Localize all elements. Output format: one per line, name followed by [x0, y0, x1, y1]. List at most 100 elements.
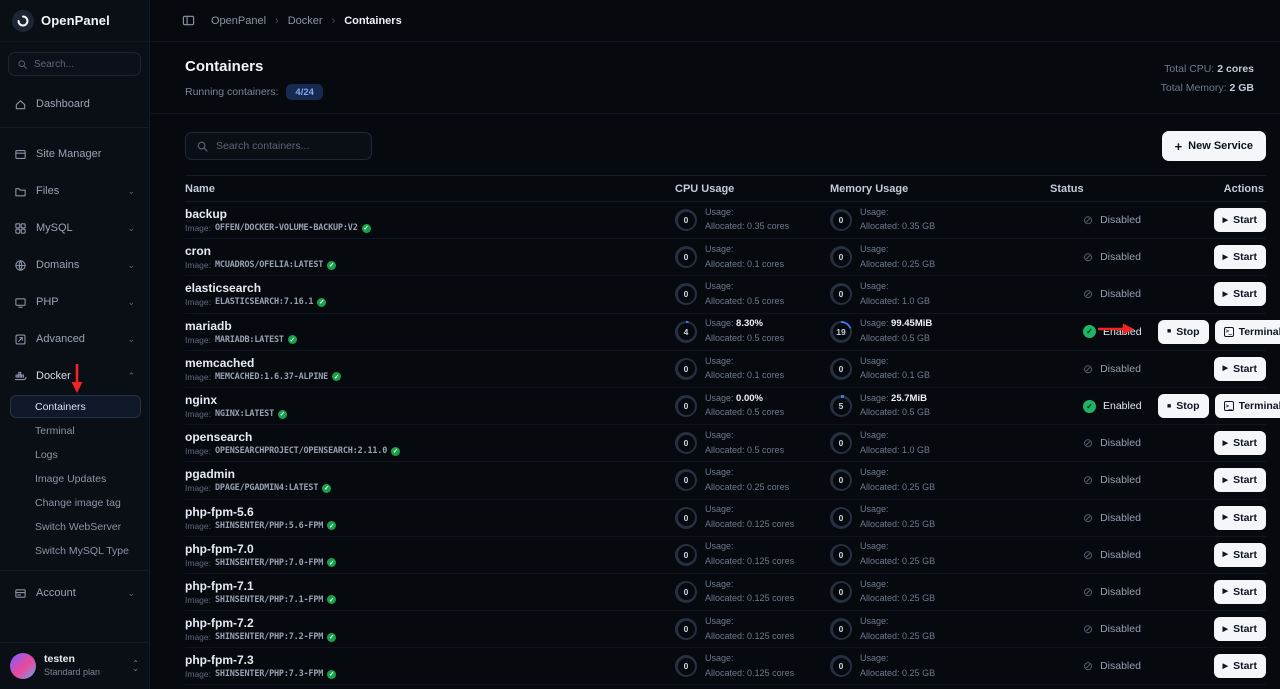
status-label: Disabled	[1100, 362, 1141, 375]
start-button[interactable]: ▶ Start	[1213, 505, 1266, 530]
total-cpu-label: Total CPU:	[1164, 63, 1215, 75]
cpu-usage-text: Usage: Allocated: 0.5 cores	[705, 280, 784, 309]
sidebar-item-account[interactable]: Account ⌄	[8, 579, 141, 607]
start-button[interactable]: ▶ Start	[1213, 431, 1266, 456]
breadcrumb-item[interactable]: Docker	[288, 15, 323, 27]
sidebar-toggle-icon[interactable]	[182, 14, 195, 27]
cpu-gauge-value: 0	[677, 211, 695, 229]
start-button[interactable]: ▶ Start	[1213, 654, 1266, 679]
logo[interactable]: OpenPanel	[0, 0, 149, 42]
cpu-gauge-value: 0	[677, 360, 695, 378]
sidebar-item-domains[interactable]: Domains ⌄	[8, 251, 141, 279]
table-row: mariadb Image: MARIADB:LATEST ✓ 4 Usage:…	[185, 314, 1280, 351]
sidebar-subitem-switch-webserver[interactable]: Switch WebServer	[10, 515, 141, 538]
sidebar-item-files[interactable]: Files ⌄	[8, 177, 141, 205]
terminal-icon: >_	[1223, 401, 1234, 412]
usage-label: Usage:	[705, 281, 734, 292]
image-value: SHINSENTER/PHP:5.6-FPM	[215, 520, 324, 531]
sidebar-subitem-containers[interactable]: Containers	[10, 395, 141, 418]
cpu-allocated-value: 0.25 cores	[747, 481, 790, 492]
sidebar-item-advanced[interactable]: Advanced ⌄	[8, 325, 141, 353]
stop-button[interactable]: ■ Stop	[1158, 319, 1209, 344]
sidebar-item-site-manager[interactable]: Site Manager	[8, 140, 141, 168]
container-name: php-fpm-7.2	[185, 616, 254, 631]
start-button[interactable]: ▶ Start	[1213, 208, 1266, 233]
cpu-usage-text: Usage: Allocated: 0.35 cores	[705, 206, 789, 235]
container-image: Image: MEMCACHED:1.6.37-ALPINE ✓	[185, 372, 675, 382]
advanced-icon	[14, 333, 27, 346]
sidebar-subitem-label: Change image tag	[35, 496, 121, 509]
sidebar-subitem-terminal[interactable]: Terminal	[10, 419, 141, 442]
memory-allocated-value: 0.1 GB	[902, 370, 931, 381]
sidebar-search[interactable]	[8, 52, 141, 76]
memory-usage-text: Usage: Allocated: 0.25 GB	[860, 578, 935, 607]
cpu-usage-text: Usage: 8.30% Allocated: 0.5 cores	[705, 317, 784, 346]
cpu-allocated-value: 0.125 cores	[747, 593, 795, 604]
sidebar-item-mysql[interactable]: MySQL ⌄	[8, 214, 141, 242]
actions-cell: ■ Stop >_ Terminal	[1158, 394, 1280, 419]
sidebar-subitem-image-updates[interactable]: Image Updates	[10, 467, 141, 490]
new-service-button[interactable]: + New Service	[1161, 131, 1266, 161]
image-verified-icon: ✓	[317, 297, 327, 307]
allocated-label: Allocated:	[705, 518, 745, 529]
sidebar-item-php[interactable]: PHP ⌄	[8, 288, 141, 316]
cpu-usage-cell: 0 Usage: Allocated: 0.125 cores	[675, 540, 830, 569]
status-label: Disabled	[1100, 548, 1141, 561]
allocated-label: Allocated:	[860, 481, 900, 492]
start-button[interactable]: ▶ Start	[1213, 282, 1266, 307]
user-name: testen	[44, 653, 75, 666]
terminal-button[interactable]: >_ Terminal	[1214, 319, 1280, 344]
cpu-gauge: 0	[675, 469, 697, 492]
memory-allocated-value: 0.35 GB	[902, 221, 936, 232]
sidebar-subitem-change-image-tag[interactable]: Change image tag	[10, 491, 141, 514]
start-button[interactable]: ▶ Start	[1213, 579, 1266, 604]
user-menu[interactable]: testen Standard plan ⌃ ⌄	[0, 642, 149, 689]
sidebar-item-docker[interactable]: Docker ⌃	[8, 362, 141, 390]
sidebar-search-input[interactable]	[34, 58, 132, 70]
memory-usage-text: Usage: Allocated: 0.25 GB	[860, 503, 935, 532]
stop-icon: ■	[1167, 328, 1172, 336]
usage-label: Usage:	[860, 318, 889, 329]
breadcrumb: OpenPanel › Docker › Containers	[211, 15, 402, 27]
allocated-label: Allocated:	[705, 221, 745, 232]
containers-search[interactable]	[185, 132, 372, 160]
memory-allocated-value: 0.25 GB	[902, 556, 936, 567]
containers-search-input[interactable]	[216, 140, 361, 152]
actions-cell: ▶ Start	[1158, 282, 1266, 307]
image-label: Image:	[185, 632, 211, 643]
breadcrumb-item[interactable]: OpenPanel	[211, 15, 266, 27]
cpu-gauge-value: 0	[677, 546, 695, 564]
breadcrumb-item-current[interactable]: Containers	[344, 15, 401, 27]
action-button-label: Start	[1233, 437, 1257, 450]
sidebar-subitem-label: Terminal	[35, 424, 75, 437]
start-button[interactable]: ▶ Start	[1213, 468, 1266, 493]
usage-label: Usage:	[705, 578, 734, 589]
memory-usage-text: Usage: Allocated: 1.0 GB	[860, 280, 930, 309]
sidebar-item-dashboard[interactable]: Dashboard	[8, 90, 141, 118]
terminal-icon: >_	[1223, 326, 1234, 337]
terminal-button[interactable]: >_ Terminal	[1214, 394, 1280, 419]
container-name: nginx	[185, 393, 217, 408]
container-name: pgadmin	[185, 467, 235, 482]
name-cell: opensearch Image: OPENSEARCHPROJECT/OPEN…	[185, 430, 675, 456]
cpu-usage-cell: 0 Usage: Allocated: 0.1 cores	[675, 243, 830, 272]
disabled-icon: ⊘	[1083, 436, 1094, 451]
container-image: Image: DPAGE/PGADMIN4:LATEST ✓	[185, 483, 675, 493]
start-button[interactable]: ▶ Start	[1213, 617, 1266, 642]
start-button[interactable]: ▶ Start	[1213, 245, 1266, 270]
start-button[interactable]: ▶ Start	[1213, 356, 1266, 381]
cpu-allocated-value: 0.125 cores	[747, 667, 795, 678]
start-button[interactable]: ▶ Start	[1213, 542, 1266, 567]
memory-allocated-value: 0.25 GB	[902, 481, 936, 492]
sidebar-item-label: Docker	[36, 370, 71, 382]
column-header-name: Name	[185, 182, 215, 195]
table-row: pgadmin Image: DPAGE/PGADMIN4:LATEST ✓ 0…	[185, 462, 1266, 500]
sidebar-subitem-logs[interactable]: Logs	[10, 443, 141, 466]
sidebar-subitem-switch-mysql-type[interactable]: Switch MySQL Type	[10, 539, 141, 562]
memory-gauge-value: 0	[832, 546, 850, 564]
container-image: Image: SHINSENTER/PHP:7.3-FPM ✓	[185, 669, 675, 679]
globe-icon	[14, 259, 27, 272]
memory-allocated-value: 1.0 GB	[902, 295, 931, 306]
cpu-usage-value: 0.00%	[736, 392, 763, 404]
stop-button[interactable]: ■ Stop	[1158, 394, 1209, 419]
